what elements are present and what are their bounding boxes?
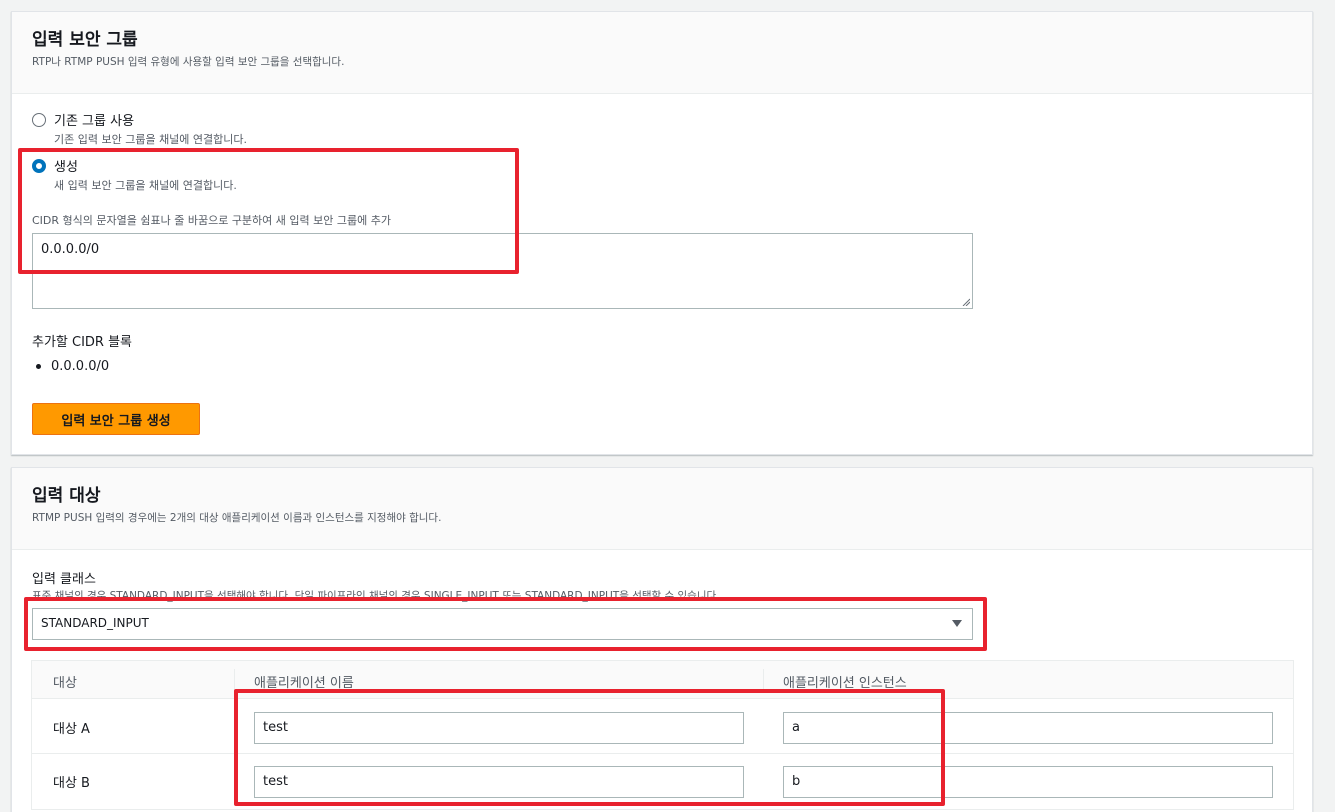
row-divider bbox=[32, 753, 1293, 754]
security-group-title: 입력 보안 그룹 bbox=[32, 30, 138, 50]
cidr-textarea[interactable]: 0.0.0.0/0 bbox=[32, 233, 973, 309]
destinations-table: 대상 애플리케이션 이름 애플리케이션 인스턴스 대상 A test a 대상 … bbox=[31, 660, 1294, 810]
security-group-description: RTP나 RTMP PUSH 입력 유형에 사용할 입력 보안 그룹을 선택합니… bbox=[32, 56, 345, 68]
column-header-app-name: 애플리케이션 이름 bbox=[254, 676, 354, 691]
radio-create-group[interactable] bbox=[32, 159, 46, 173]
input-class-select[interactable]: STANDARD_INPUT bbox=[32, 608, 973, 640]
input-destinations-description: RTMP PUSH 입력의 경우에는 2개의 대상 애플리케이션 이름과 인스턴… bbox=[32, 512, 442, 524]
cidr-block-item: 0.0.0.0/0 bbox=[51, 359, 110, 374]
input-destinations-header: 입력 대상 RTMP PUSH 입력의 경우에는 2개의 대상 애플리케이션 이… bbox=[12, 468, 1312, 550]
input-class-hint: 표준 채널의 경우 STANDARD_INPUT을 선택해야 합니다. 단일 파… bbox=[32, 590, 720, 602]
cidr-input-label: CIDR 형식의 문자열을 쉼표나 줄 바꿈으로 구분하여 새 입력 보안 그룹… bbox=[32, 214, 391, 227]
create-security-group-button[interactable]: 입력 보안 그룹 생성 bbox=[32, 403, 200, 435]
radio-existing-label[interactable]: 기존 그룹 사용 bbox=[54, 110, 134, 129]
app-name-input-a[interactable]: test bbox=[254, 712, 744, 744]
cidr-blocks-title: 추가할 CIDR 블록 bbox=[32, 335, 133, 350]
input-class-selected-value: STANDARD_INPUT bbox=[41, 616, 149, 630]
caret-down-icon bbox=[952, 620, 962, 627]
table-row-a-target: 대상 A bbox=[53, 722, 90, 737]
table-row-b-target: 대상 B bbox=[53, 776, 90, 791]
app-instance-input-a[interactable]: a bbox=[783, 712, 1273, 744]
radio-existing-group[interactable] bbox=[32, 113, 46, 127]
column-header-app-instance: 애플리케이션 인스턴스 bbox=[783, 676, 907, 691]
radio-existing-description: 기존 입력 보안 그룹을 채널에 연결합니다. bbox=[54, 133, 248, 146]
bullet-icon bbox=[36, 364, 41, 369]
column-divider bbox=[763, 669, 764, 691]
resize-handle-icon[interactable] bbox=[962, 298, 970, 306]
radio-create-description: 새 입력 보안 그룹을 채널에 연결합니다. bbox=[54, 179, 237, 192]
security-group-header: 입력 보안 그룹 RTP나 RTMP PUSH 입력 유형에 사용할 입력 보안… bbox=[12, 12, 1312, 94]
input-destinations-title: 입력 대상 bbox=[32, 486, 101, 506]
app-name-input-b[interactable]: test bbox=[254, 766, 744, 798]
cidr-blocks-list: 0.0.0.0/0 bbox=[36, 359, 109, 374]
column-header-target: 대상 bbox=[53, 676, 77, 691]
radio-create-label[interactable]: 생성 bbox=[54, 156, 78, 175]
column-divider bbox=[234, 669, 235, 691]
input-class-label: 입력 클래스 bbox=[32, 572, 96, 587]
table-header: 대상 애플리케이션 이름 애플리케이션 인스턴스 bbox=[32, 661, 1293, 699]
cidr-textarea-value: 0.0.0.0/0 bbox=[41, 242, 100, 257]
app-instance-input-b[interactable]: b bbox=[783, 766, 1273, 798]
